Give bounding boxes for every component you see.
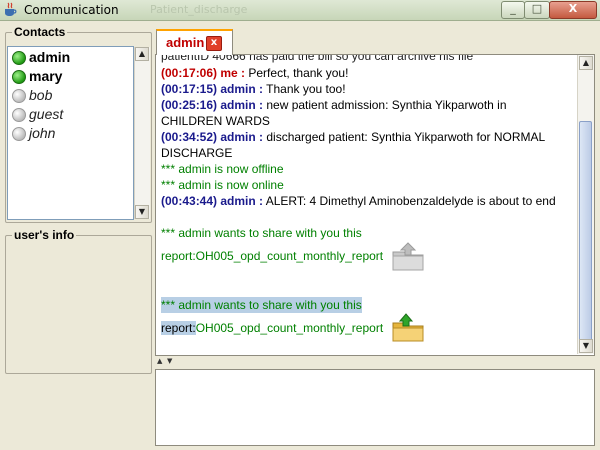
system-line: *** admin wants to share with you this bbox=[161, 225, 362, 241]
collapse-up-icon[interactable]: ▲ bbox=[157, 357, 162, 365]
contact-name: admin bbox=[29, 49, 71, 65]
system-text: *** admin is now offline bbox=[161, 162, 284, 176]
folder-download-icon[interactable] bbox=[391, 313, 425, 343]
system-line: *** admin is now online bbox=[161, 177, 284, 193]
chat-line: patientID 40666 has paid the bill so you… bbox=[161, 55, 473, 64]
folder-gray-icon[interactable] bbox=[391, 242, 425, 272]
scroll-down-button[interactable]: ▼ bbox=[579, 339, 593, 353]
message-sender: (00:17:15) admin : bbox=[161, 82, 264, 96]
title-bar: Communication Patient_discharge _ □ X bbox=[0, 0, 600, 21]
message-sender: (00:34:52) admin : bbox=[161, 130, 264, 144]
message-sender: (00:25:16) admin : bbox=[161, 98, 264, 112]
system-line-selected: *** admin wants to share with you this bbox=[161, 297, 362, 313]
message-text: Thank you too! bbox=[263, 82, 346, 96]
message-text: CHILDREN WARDS bbox=[161, 114, 270, 128]
report-link-text[interactable]: report:OH005_opd_count_monthly_report bbox=[161, 249, 383, 263]
report-link[interactable]: report:OH005_opd_count_monthly_report bbox=[161, 320, 383, 336]
chat-line: (00:17:06) me : Perfect, thank you! bbox=[161, 65, 348, 81]
maximize-button[interactable]: □ bbox=[524, 1, 550, 19]
chat-line: (00:34:52) admin : discharged patient: S… bbox=[161, 129, 545, 145]
minimize-button[interactable]: _ bbox=[501, 1, 525, 19]
report-prefix: report: bbox=[161, 321, 196, 335]
message-text: discharged patient: Synthia Yikparwoth f… bbox=[263, 130, 546, 144]
system-line: *** admin is now offline bbox=[161, 161, 284, 177]
online-status-icon bbox=[12, 70, 26, 84]
chat-line: (00:17:15) admin : Thank you too! bbox=[161, 81, 346, 97]
chat-scrollbar[interactable]: ▲ ▼ bbox=[577, 55, 594, 354]
offline-status-icon bbox=[12, 108, 26, 122]
chat-line: (00:43:44) admin : ALERT: 4 Dimethyl Ami… bbox=[161, 193, 556, 209]
system-text: *** admin is now online bbox=[161, 178, 284, 192]
contacts-title: Contacts bbox=[12, 25, 68, 39]
close-button[interactable]: X bbox=[549, 1, 597, 19]
user-info-title: user's info bbox=[12, 228, 77, 242]
chat-line: DISCHARGE bbox=[161, 145, 232, 161]
contacts-scrollbar[interactable]: ▲ ▼ bbox=[134, 47, 150, 219]
contacts-panel: Contacts admin mary bob guest john ▲ ▼ bbox=[5, 25, 152, 223]
chat-log: patientID 40666 has paid the bill so you… bbox=[157, 55, 577, 354]
scroll-thumb[interactable] bbox=[579, 121, 592, 346]
message-input[interactable] bbox=[155, 369, 595, 446]
report-link-text[interactable]: OH005_opd_count_monthly_report bbox=[196, 321, 383, 335]
scroll-up-button[interactable]: ▲ bbox=[135, 47, 149, 61]
contact-name: mary bbox=[29, 68, 63, 84]
user-info-panel: user's info bbox=[5, 228, 152, 374]
java-cup-icon bbox=[5, 2, 17, 16]
window-title: Communication bbox=[24, 3, 119, 17]
message-text: new patient admission: Synthia Yikparwot… bbox=[263, 98, 507, 112]
chat-line: CHILDREN WARDS bbox=[161, 113, 270, 129]
split-pane-divider[interactable]: ▲ ▼ bbox=[155, 357, 595, 365]
scroll-up-button[interactable]: ▲ bbox=[579, 56, 593, 70]
contact-name: john bbox=[29, 125, 56, 141]
message-text: ALERT: 4 Dimethyl Aminobenzaldelyde is a… bbox=[263, 194, 556, 208]
chat-line: (00:25:16) admin : new patient admission… bbox=[161, 97, 507, 113]
offline-status-icon bbox=[12, 127, 26, 141]
message-sender: (00:17:06) me : bbox=[161, 66, 246, 80]
message-text: patientID 40666 has paid the bill so you… bbox=[161, 55, 474, 63]
tab-admin[interactable]: admin x bbox=[156, 29, 233, 55]
scroll-down-button[interactable]: ▼ bbox=[135, 205, 149, 219]
message-text: Perfect, thank you! bbox=[245, 66, 349, 80]
tab-label: admin bbox=[166, 35, 205, 50]
offline-status-icon bbox=[12, 89, 26, 103]
contact-name: bob bbox=[29, 87, 53, 103]
close-tab-icon[interactable]: x bbox=[206, 36, 222, 51]
background-tab-title: Patient_discharge bbox=[150, 3, 248, 16]
chat-panel: patientID 40666 has paid the bill so you… bbox=[155, 55, 595, 356]
report-link[interactable]: report:OH005_opd_count_monthly_report bbox=[161, 248, 383, 264]
collapse-down-icon[interactable]: ▼ bbox=[167, 357, 172, 365]
contact-name: guest bbox=[29, 106, 64, 122]
message-sender: (00:43:44) admin : bbox=[161, 194, 264, 208]
system-text: *** admin wants to share with you this bbox=[161, 298, 362, 312]
contacts-list: admin mary bob guest john bbox=[7, 46, 134, 220]
system-text: *** admin wants to share with you this bbox=[161, 226, 362, 240]
online-status-icon bbox=[12, 51, 26, 65]
message-text: DISCHARGE bbox=[161, 146, 233, 160]
